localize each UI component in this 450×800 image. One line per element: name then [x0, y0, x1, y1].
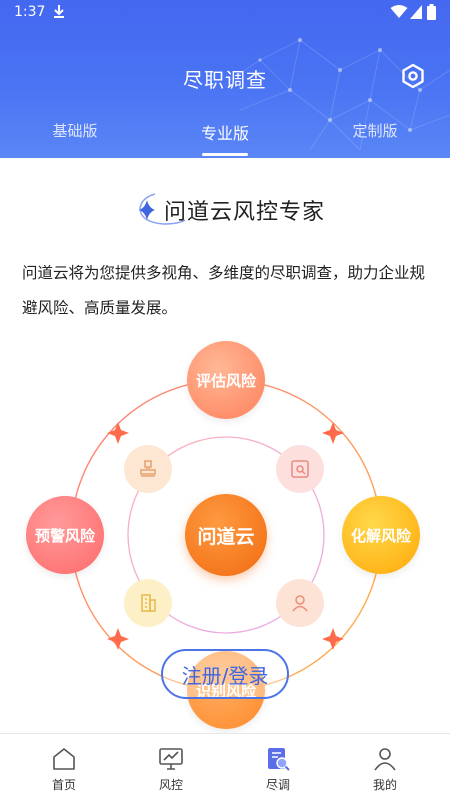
- settings-icon[interactable]: [400, 63, 426, 89]
- nav-mine-label: 我的: [372, 778, 397, 792]
- page-title: 尽职调查: [183, 68, 267, 92]
- person-icon: [276, 579, 324, 627]
- building-icon: [124, 579, 172, 627]
- status-bar: 1:37: [0, 0, 450, 26]
- home-icon: [53, 748, 75, 770]
- nav-home-label: 首页: [51, 778, 76, 792]
- risk-monitor-icon: [159, 748, 183, 770]
- nav-home[interactable]: 首页: [8, 734, 120, 800]
- nav-due-diligence-label: 尽调: [265, 778, 290, 792]
- version-tabs: 基础版 专业版 定制版: [0, 116, 450, 158]
- tab-custom[interactable]: 定制版: [320, 120, 430, 141]
- user-icon: [374, 748, 396, 771]
- nav-risk-label: 风控: [158, 778, 183, 792]
- bottom-nav: 首页 风控 尽调 我的: [0, 733, 450, 800]
- center-node: 问道云: [185, 494, 267, 576]
- wifi-icon: [390, 5, 408, 18]
- due-diligence-icon: [268, 748, 290, 771]
- node-warn-risk: 预警风险: [26, 496, 104, 574]
- brand-title: 问道云风控专家: [164, 200, 326, 225]
- nav-due-diligence[interactable]: 尽调: [222, 734, 334, 800]
- register-login-button[interactable]: 注册/登录: [161, 649, 289, 699]
- node-assess-risk: 评估风险: [187, 341, 265, 419]
- tab-basic[interactable]: 基础版: [20, 120, 130, 141]
- nav-risk[interactable]: 风控: [115, 734, 227, 800]
- node-resolve-risk: 化解风险: [342, 496, 420, 574]
- intro-text: 问道云将为您提供多视角、多维度的尽职调查，助力企业规避风险、高质量发展。: [22, 264, 426, 317]
- battery-icon: [427, 4, 436, 20]
- download-icon: [54, 5, 64, 18]
- signal-icon: [410, 5, 422, 19]
- active-tab-indicator: [202, 153, 248, 156]
- stamp-icon: [124, 445, 172, 493]
- status-time: 1:37: [14, 4, 46, 20]
- brand-row: 问道云风控专家: [0, 188, 450, 228]
- document-search-icon: [276, 445, 324, 493]
- header: 1:37 尽职调查 基础版 专业版 定制版: [0, 0, 450, 158]
- nav-mine[interactable]: 我的: [329, 734, 441, 800]
- tab-professional[interactable]: 专业版: [170, 120, 280, 144]
